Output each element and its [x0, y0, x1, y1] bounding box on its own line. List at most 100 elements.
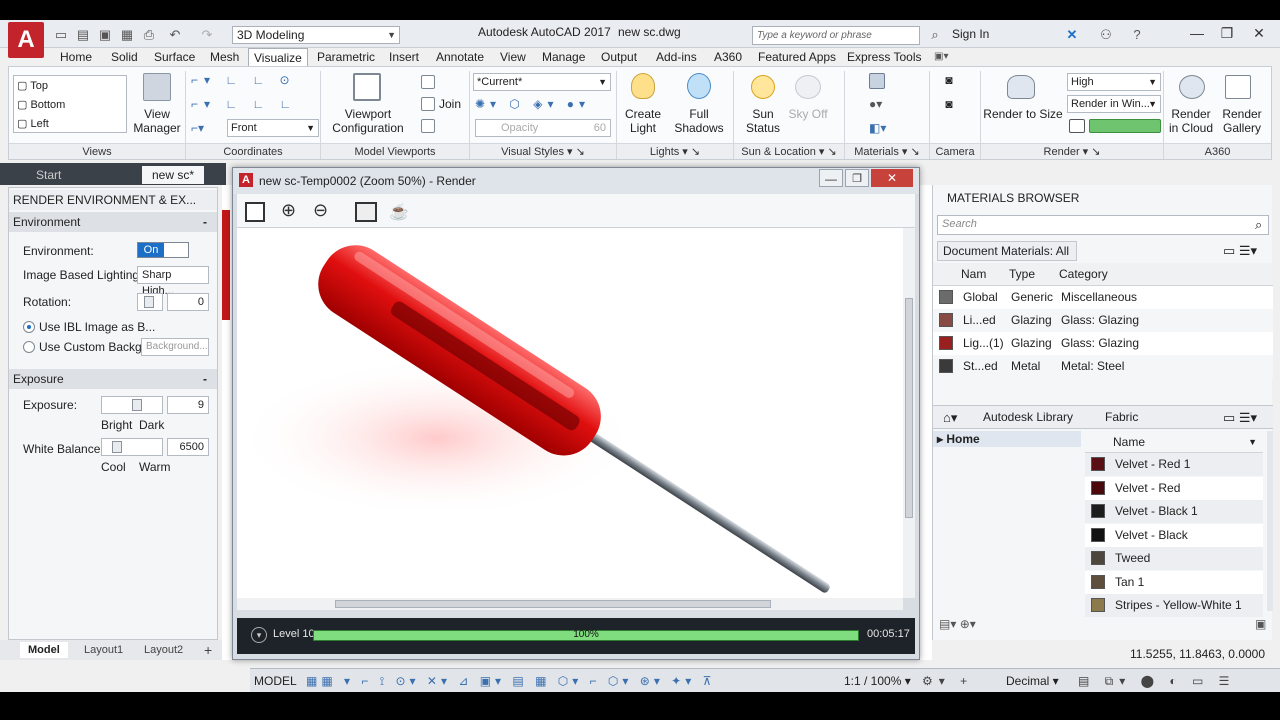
visual-style-dropdown[interactable]: *Current* ▼ [473, 73, 611, 91]
panel-title-model-viewports[interactable]: Model Viewports [321, 143, 469, 159]
account-icon[interactable]: ⚇ [1098, 26, 1114, 44]
panel-title-a360[interactable]: A360 [1164, 143, 1271, 159]
library-material-row[interactable]: Stripes - Yellow-White 1 [1085, 594, 1263, 617]
materials-search-input[interactable]: Search [937, 215, 1269, 235]
background-button[interactable]: Background... [141, 338, 209, 356]
full-shadows-icon[interactable] [687, 73, 711, 99]
new-icon[interactable]: ▭ [52, 26, 70, 44]
material-attach-icon[interactable]: ●▾ [869, 97, 909, 111]
print-icon[interactable]: ⎙ [140, 26, 158, 44]
sky-off-icon[interactable] [795, 75, 821, 99]
redo-icon[interactable]: ↷ [198, 26, 216, 44]
exposure-input[interactable]: 9 [167, 396, 209, 414]
tab-a360[interactable]: A360 [714, 48, 742, 66]
viewport-config-icon[interactable] [353, 73, 381, 101]
render-to-size-button[interactable]: Render to Size [983, 107, 1063, 121]
saveas-icon[interactable]: ▦ [118, 26, 136, 44]
panel-title-camera[interactable]: Camera [930, 143, 980, 159]
breadcrumb-autodesk-library[interactable]: Autodesk Library [983, 410, 1073, 424]
join-button[interactable]: Join [439, 97, 465, 111]
column-header-type[interactable]: Type [1009, 263, 1035, 286]
white-balance-slider[interactable] [101, 438, 163, 456]
render-cloud-button[interactable]: Render in Cloud [1165, 107, 1217, 135]
tab-surface[interactable]: Surface [154, 48, 195, 66]
slider-thumb[interactable] [144, 296, 154, 308]
library-material-row[interactable]: Tweed [1085, 547, 1263, 570]
library-view-options-icon[interactable]: ▭ ☰▾ [1223, 410, 1257, 426]
help-icon[interactable]: ? [1128, 26, 1146, 44]
tree-home-item[interactable]: ▸ Home [933, 431, 1081, 447]
library-material-row[interactable]: Velvet - Red [1085, 476, 1263, 500]
view-item-top[interactable]: ▢ Top [17, 78, 48, 94]
view-item-bottom[interactable]: ▢ Bottom [17, 97, 65, 113]
create-light-button[interactable]: Create Light [619, 107, 667, 135]
maximize-button[interactable]: ❐ [1214, 22, 1240, 44]
tab-parametric[interactable]: Parametric [317, 48, 375, 66]
tab-layout2[interactable]: Layout2 [144, 642, 183, 658]
material-mapping-icon[interactable]: ◧▾ [869, 121, 909, 135]
ucs-icon-row-3[interactable]: ⌐▾ [191, 121, 217, 135]
scroll-thumb[interactable] [905, 298, 913, 518]
create-light-icon[interactable] [631, 73, 655, 99]
tab-express-tools[interactable]: Express Tools [847, 48, 921, 66]
use-custom-radio[interactable] [23, 341, 35, 353]
model-space-button[interactable]: MODEL [254, 673, 297, 689]
panel-title-render[interactable]: Render ▾ ↘ [981, 143, 1163, 159]
panel-title-views[interactable]: Views [9, 143, 185, 159]
materials-browser-icon[interactable] [869, 73, 885, 89]
ucs-icon-row-2[interactable]: ⌐▾ ∟ ∟ ∟ [191, 97, 321, 111]
column-header-category[interactable]: Category [1059, 263, 1108, 286]
zoom-in-icon[interactable]: ⊕ [281, 200, 296, 221]
exposure-slider[interactable] [101, 396, 163, 414]
slider-thumb[interactable] [112, 441, 122, 453]
render-gallery-icon[interactable] [1225, 75, 1251, 99]
rotation-input[interactable]: 0 [167, 293, 209, 311]
tab-home[interactable]: Home [60, 48, 92, 66]
library-name-column-header[interactable]: Name ▼ [1085, 431, 1263, 453]
library-material-row[interactable]: Velvet - Black 1 [1085, 500, 1263, 523]
close-button[interactable]: ✕ [1246, 22, 1272, 44]
panel-title-coordinates[interactable]: Coordinates [186, 143, 320, 159]
restore-viewport-icon[interactable] [421, 119, 435, 133]
tab-add-ins[interactable]: Add-ins [656, 48, 697, 66]
tab-output[interactable]: Output [601, 48, 637, 66]
expand-icon[interactable]: ▾ [251, 627, 267, 643]
annotation-scale-dropdown[interactable]: 1:1 / 100% ▾ [844, 673, 911, 689]
camera-create-icon[interactable]: ◙ [939, 73, 959, 87]
file-tab-new-sc[interactable]: new sc* [142, 166, 205, 184]
opacity-slider[interactable]: Opacity 60 [475, 119, 611, 137]
add-layout-icon[interactable]: + [204, 642, 212, 658]
sun-status-icon[interactable] [751, 75, 775, 99]
visual-style-tools-row[interactable]: ✺▾ ⬡ ◈▾ ●▾ [475, 97, 605, 111]
render-in-dropdown[interactable]: Render in Win... ▼ [1067, 95, 1161, 113]
teapot-render-icon[interactable] [1007, 75, 1035, 99]
tab-solid[interactable]: Solid [111, 48, 138, 66]
ribbon-options-icon[interactable]: ▣▾ [934, 48, 948, 66]
print-render-icon[interactable] [355, 202, 377, 222]
slider-thumb[interactable] [132, 399, 142, 411]
tab-view[interactable]: View [500, 48, 526, 66]
environment-section-header[interactable]: Environment - [9, 212, 217, 232]
panel-title-sun-location[interactable]: Sun & Location ▾ ↘ [734, 143, 844, 159]
render-minimize-button[interactable]: — [819, 169, 843, 187]
workspace-dropdown[interactable]: 3D Modeling ▼ [232, 26, 400, 44]
render-env-icon[interactable] [1069, 119, 1085, 133]
help-search-input[interactable]: Type a keyword or phrase [752, 26, 920, 45]
tab-model[interactable]: Model [20, 642, 68, 658]
open-icon[interactable]: ▤ [74, 26, 92, 44]
document-materials-breadcrumb[interactable]: Document Materials: All [937, 241, 1077, 261]
tab-manage[interactable]: Manage [542, 48, 585, 66]
undo-icon[interactable]: ↶ [166, 26, 184, 44]
sign-in-button[interactable]: Sign In [952, 27, 989, 41]
save-icon[interactable]: ▣ [96, 26, 114, 44]
render-gallery-button[interactable]: Render Gallery [1217, 107, 1267, 135]
tab-layout1[interactable]: Layout1 [84, 642, 123, 658]
save-render-icon[interactable] [245, 202, 265, 222]
sky-off-button[interactable]: Sky Off [785, 107, 831, 121]
ucs-front-dropdown[interactable]: Front ▼ [227, 119, 319, 137]
column-header-name[interactable]: Nam [961, 263, 986, 286]
view-item-left[interactable]: ▢ Left [17, 116, 49, 132]
ucs-icon-row-1[interactable]: ⌐▾ ∟ ∟ ⊙ [191, 73, 321, 87]
binoculars-icon[interactable]: ⌕ [926, 26, 944, 44]
camera-icon[interactable]: ◙ [939, 97, 959, 111]
